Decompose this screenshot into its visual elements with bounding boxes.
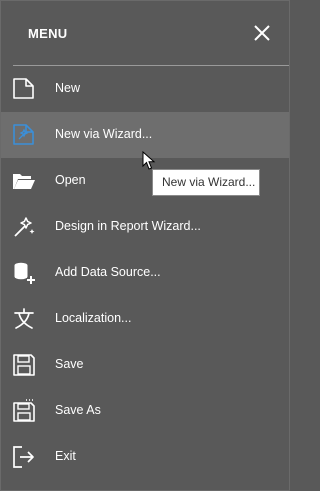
menu-item-label: Save: [55, 357, 84, 371]
wizard-icon: [13, 124, 34, 145]
localization-icon: [14, 308, 34, 329]
menu-item-save[interactable]: Save: [1, 342, 289, 388]
tooltip: New via Wizard...: [152, 169, 260, 196]
menu-item-localization[interactable]: Localization...: [1, 296, 289, 342]
folder-open-icon: [13, 174, 35, 189]
mouse-cursor-icon: [142, 151, 156, 170]
menu-item-label: Exit: [55, 449, 76, 463]
menu-item-save-as[interactable]: Save As: [1, 388, 289, 434]
new-document-icon: [13, 78, 34, 99]
menu-item-label: Design in Report Wizard...: [55, 219, 201, 233]
menu-item-label: Open: [55, 173, 86, 187]
magic-wand-icon: [14, 217, 35, 237]
menu-item-new[interactable]: New: [1, 66, 289, 112]
menu-item-add-data-source[interactable]: Add Data Source...: [1, 250, 289, 296]
menu-item-design-in-report-wizard[interactable]: Design in Report Wizard...: [1, 204, 289, 250]
menu-item-exit[interactable]: Exit: [1, 434, 289, 480]
menu-header: MENU: [1, 1, 289, 65]
menu-item-label: Save As: [55, 403, 101, 417]
close-icon[interactable]: [252, 23, 272, 43]
save-as-icon: [13, 399, 35, 422]
add-data-source-icon: [14, 262, 35, 284]
menu-title: MENU: [28, 26, 68, 41]
exit-icon: [13, 446, 34, 468]
menu-item-label: New: [55, 81, 81, 95]
menu-item-label: Localization...: [55, 311, 132, 325]
menu-item-label: Add Data Source...: [55, 265, 161, 279]
save-icon: [13, 354, 35, 376]
menu-item-label: New via Wizard...: [55, 127, 153, 141]
main-menu-panel: MENU New New via Wizard... Open Design i: [0, 0, 290, 491]
